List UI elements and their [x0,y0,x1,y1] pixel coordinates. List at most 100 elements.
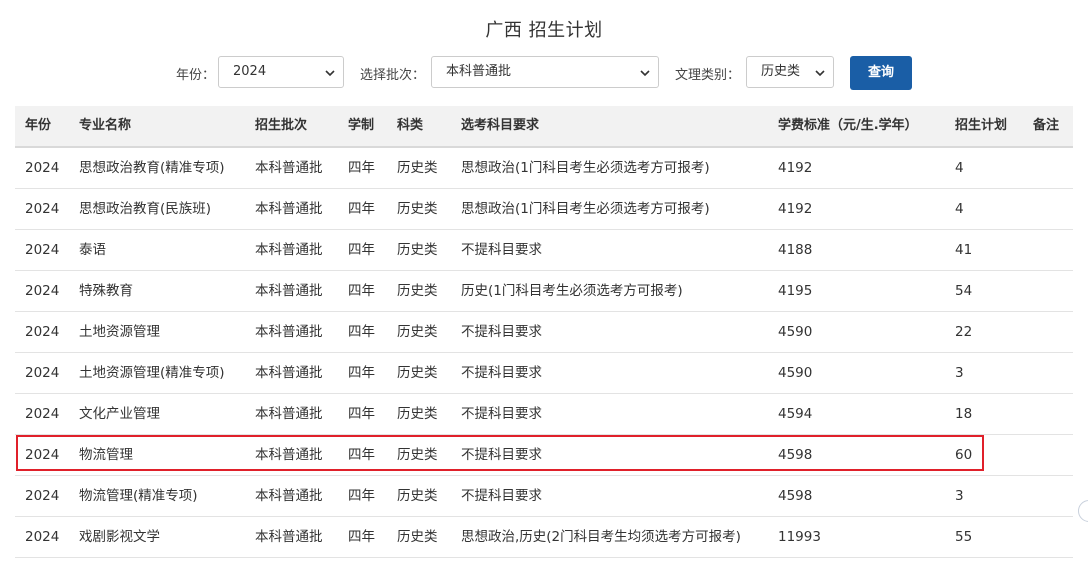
cell-duration: 四年 [348,406,375,422]
cell-requirement: 思想政治(1门科目考生必须选考方可报考) [461,201,710,217]
cell-year: 2024 [25,283,60,299]
cell-duration: 四年 [348,447,375,463]
header-note: 备注 [1033,118,1060,133]
query-button[interactable]: 查询 [850,56,912,90]
table-row-highlighted: 2024 物流管理 本科普通批 四年 历史类 不提科目要求 4598 60 [15,435,1073,476]
cell-fee: 4590 [778,324,813,340]
cell-major: 文化产业管理 [79,406,160,422]
cell-plan: 60 [955,447,973,463]
cell-year: 2024 [25,324,60,340]
cell-year: 2024 [25,529,60,545]
cell-batch: 本科普通批 [255,201,323,217]
filter-bar: 年份： 2024 选择批次： 本科普通批 文理类别： 历史类 查询 [0,56,1088,90]
cell-fee: 4188 [778,242,813,258]
batch-select-value: 本科普通批 [446,64,512,79]
header-category: 科类 [397,118,424,133]
cell-major: 土地资源管理 [79,324,160,340]
cell-major: 物流管理 [79,447,133,463]
category-filter-label: 文理类别： [675,68,741,83]
table-row: 2024 戏剧影视文学 本科普通批 四年 历史类 思想政治,历史(2门科目考生均… [15,517,1073,558]
cell-plan: 3 [955,365,964,381]
cell-year: 2024 [25,160,60,176]
cell-requirement: 不提科目要求 [461,324,542,340]
cell-category: 历史类 [397,324,438,340]
cell-batch: 本科普通批 [255,529,323,545]
table-row: 2024 泰语 本科普通批 四年 历史类 不提科目要求 4188 41 [15,230,1073,271]
cell-fee: 11993 [778,529,821,545]
cell-category: 历史类 [397,283,438,299]
enrollment-plan-table: 年份 专业名称 招生批次 学制 科类 选考科目要求 学费标准（元/生.学年） 招… [15,106,1073,558]
table-row: 2024 思想政治教育(民族班) 本科普通批 四年 历史类 思想政治(1门科目考… [15,189,1073,230]
cell-batch: 本科普通批 [255,324,323,340]
cell-requirement: 思想政治,历史(2门科目考生均须选考方可报考) [461,529,741,545]
table-header: 年份 专业名称 招生批次 学制 科类 选考科目要求 学费标准（元/生.学年） 招… [15,106,1073,148]
cell-fee: 4598 [778,488,813,504]
header-year: 年份 [25,118,52,133]
cell-plan: 4 [955,201,964,217]
table-row: 2024 特殊教育 本科普通批 四年 历史类 历史(1门科目考生必须选考方可报考… [15,271,1073,312]
cell-category: 历史类 [397,529,438,545]
cell-year: 2024 [25,242,60,258]
chevron-down-icon [640,70,650,77]
cell-year: 2024 [25,406,60,422]
cell-category: 历史类 [397,160,438,176]
cell-batch: 本科普通批 [255,365,323,381]
cell-major: 土地资源管理(精准专项) [79,365,225,381]
cell-category: 历史类 [397,365,438,381]
cell-major: 特殊教育 [79,283,133,299]
table-row: 2024 文化产业管理 本科普通批 四年 历史类 不提科目要求 4594 18 [15,394,1073,435]
batch-select[interactable]: 本科普通批 [431,56,659,88]
cell-major: 思想政治教育(精准专项) [79,160,225,176]
cell-duration: 四年 [348,529,375,545]
cell-fee: 4192 [778,201,813,217]
cell-category: 历史类 [397,201,438,217]
cell-duration: 四年 [348,488,375,504]
table-row: 2024 土地资源管理(精准专项) 本科普通批 四年 历史类 不提科目要求 45… [15,353,1073,394]
cell-requirement: 历史(1门科目考生必须选考方可报考) [461,283,683,299]
cell-requirement: 不提科目要求 [461,365,542,381]
table-row: 2024 物流管理(精准专项) 本科普通批 四年 历史类 不提科目要求 4598… [15,476,1073,517]
header-fee: 学费标准（元/生.学年） [778,118,918,133]
header-batch: 招生批次 [255,118,308,133]
cell-year: 2024 [25,201,60,217]
cell-year: 2024 [25,365,60,381]
cell-plan: 18 [955,406,973,422]
cell-requirement: 不提科目要求 [461,488,542,504]
cell-category: 历史类 [397,406,438,422]
cell-fee: 4590 [778,365,813,381]
cell-requirement: 不提科目要求 [461,242,542,258]
cell-plan: 54 [955,283,973,299]
cell-requirement: 不提科目要求 [461,447,542,463]
batch-filter-label: 选择批次： [360,68,426,83]
floating-widget-edge[interactable] [1078,500,1088,522]
page: 广西 招生计划 年份： 2024 选择批次： 本科普通批 文理类别： 历史类 查… [0,0,1088,570]
page-title: 广西 招生计划 [485,20,603,41]
cell-category: 历史类 [397,488,438,504]
cell-plan: 22 [955,324,973,340]
cell-plan: 55 [955,529,973,545]
cell-year: 2024 [25,447,60,463]
cell-duration: 四年 [348,283,375,299]
cell-major: 思想政治教育(民族班) [79,201,212,217]
cell-batch: 本科普通批 [255,406,323,422]
category-select[interactable]: 历史类 [746,56,834,88]
cell-major: 泰语 [79,242,106,258]
chevron-down-icon [815,70,825,77]
cell-duration: 四年 [348,324,375,340]
header-requirement: 选考科目要求 [461,118,540,133]
category-select-value: 历史类 [761,64,801,79]
year-select[interactable]: 2024 [218,56,344,88]
cell-major: 戏剧影视文学 [79,529,160,545]
cell-fee: 4195 [778,283,813,299]
table-row: 2024 土地资源管理 本科普通批 四年 历史类 不提科目要求 4590 22 [15,312,1073,353]
cell-major: 物流管理(精准专项) [79,488,198,504]
cell-year: 2024 [25,488,60,504]
cell-batch: 本科普通批 [255,488,323,504]
chevron-down-icon [325,70,335,77]
cell-duration: 四年 [348,365,375,381]
cell-category: 历史类 [397,447,438,463]
cell-batch: 本科普通批 [255,447,323,463]
cell-fee: 4598 [778,447,813,463]
cell-batch: 本科普通批 [255,283,323,299]
cell-plan: 3 [955,488,964,504]
